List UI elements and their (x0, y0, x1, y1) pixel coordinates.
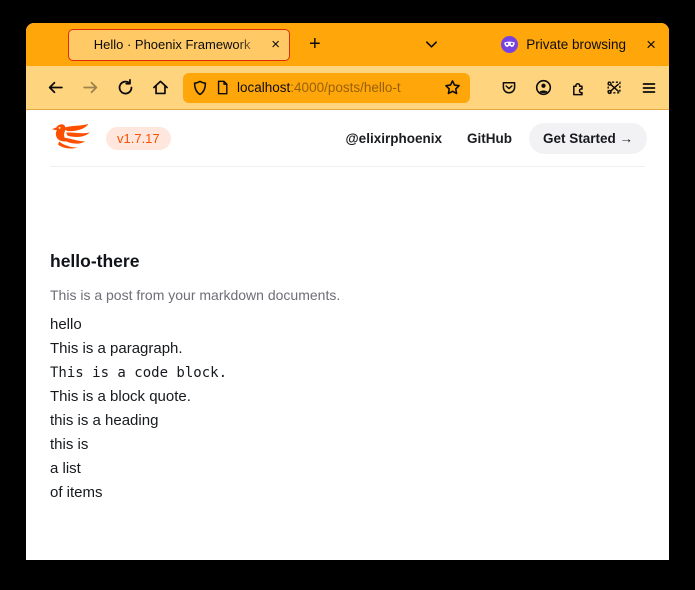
site-header: v1.7.17 @elixirphoenix GitHub Get Starte… (26, 110, 669, 166)
tab-title: Hello · Phoenix Framework (79, 37, 265, 52)
post-line: this is a heading (50, 409, 645, 433)
get-started-button[interactable]: Get Started → (529, 123, 647, 154)
url-text[interactable]: localhost:4000/posts/hello-t (237, 80, 437, 95)
url-bar[interactable]: localhost:4000/posts/hello-t (183, 73, 470, 103)
url-path: :4000/posts/hello-t (290, 80, 400, 95)
post-line: This is a paragraph. (50, 337, 645, 361)
page-content: v1.7.17 @elixirphoenix GitHub Get Starte… (26, 110, 669, 560)
version-badge: v1.7.17 (106, 127, 171, 150)
private-mask-icon (501, 36, 518, 53)
back-button[interactable] (38, 72, 73, 104)
tab-close-icon[interactable]: × (269, 35, 282, 54)
page-info-icon[interactable] (215, 80, 230, 95)
extensions-button[interactable] (561, 72, 596, 104)
screenshot-icon (605, 79, 622, 96)
post-subtitle: This is a post from your markdown docume… (50, 283, 645, 307)
account-button[interactable] (526, 72, 561, 104)
phoenix-logo[interactable] (50, 121, 96, 155)
post-line: hello (50, 313, 645, 337)
nav-toolbar: localhost:4000/posts/hello-t (26, 66, 669, 110)
tab-hello-phoenix[interactable]: Hello · Phoenix Framework × (68, 29, 290, 61)
private-browsing-label: Private browsing (526, 37, 626, 52)
shield-icon[interactable] (192, 80, 208, 96)
post-line: This is a block quote. (50, 385, 645, 409)
reload-button[interactable] (108, 72, 143, 104)
private-browsing-indicator: Private browsing (501, 36, 626, 53)
home-icon (152, 79, 169, 96)
post-line: This is a code block. (50, 361, 645, 385)
chevron-down-icon (424, 37, 439, 52)
window-close-button[interactable]: × (646, 36, 656, 53)
pocket-button[interactable] (491, 72, 526, 104)
url-domain: localhost (237, 80, 290, 95)
extensions-icon (571, 80, 587, 96)
post-line: this is (50, 433, 645, 457)
post-line: a list (50, 457, 645, 481)
menu-button[interactable] (631, 72, 666, 104)
list-all-tabs-button[interactable] (414, 29, 449, 61)
home-button[interactable] (143, 72, 178, 104)
nav-link-github[interactable]: GitHub (467, 131, 512, 146)
browser-window: Hello · Phoenix Framework × + Private br… (26, 23, 669, 560)
screenshot-button[interactable] (596, 72, 631, 104)
post-line: of items (50, 481, 645, 505)
titlebar: Hello · Phoenix Framework × + Private br… (26, 23, 669, 66)
post-article: hello-there This is a post from your mar… (26, 167, 669, 505)
post-title: hello-there (50, 251, 645, 271)
post-body: helloThis is a paragraph.This is a code … (50, 313, 645, 505)
pocket-icon (501, 80, 517, 96)
nav-link-elixirphoenix[interactable]: @elixirphoenix (346, 131, 442, 146)
reload-icon (117, 79, 134, 96)
account-icon (535, 79, 552, 96)
back-icon (47, 79, 64, 96)
forward-icon (82, 79, 99, 96)
toolbar-right-group (491, 72, 666, 104)
hamburger-menu-icon (641, 80, 657, 96)
new-tab-button[interactable]: + (303, 33, 327, 56)
bookmark-star-icon[interactable] (444, 79, 461, 96)
forward-button[interactable] (73, 72, 108, 104)
